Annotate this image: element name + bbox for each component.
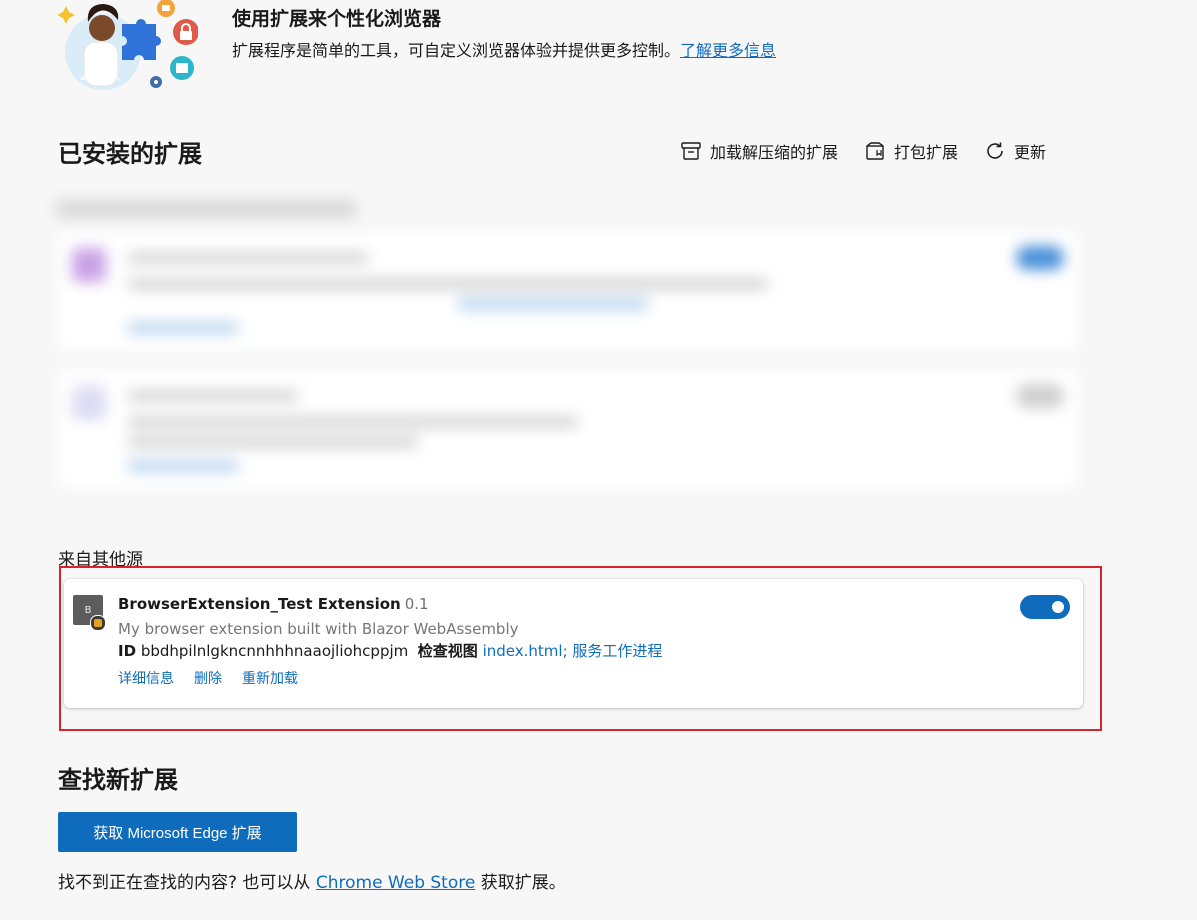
hero-illustration [57, 0, 199, 92]
extension-actions: 详细信息 删除 重新加载 [118, 668, 298, 688]
banner-title: 使用扩展来个性化浏览器 [232, 8, 442, 30]
banner-description-text: 扩展程序是简单的工具，可自定义浏览器体验并提供更多控制。 [232, 41, 681, 60]
find-new-extensions-title: 查找新扩展 [58, 766, 178, 794]
redacted-line [128, 416, 578, 428]
update-button[interactable]: 更新 [984, 139, 1046, 163]
redacted-extension-icon [72, 386, 106, 420]
learn-more-link[interactable]: 了解更多信息 [680, 41, 776, 60]
redacted-toggle [1016, 246, 1064, 270]
redacted-line [128, 390, 298, 402]
developer-mode-badge-icon [90, 615, 106, 631]
redacted-section-label [56, 200, 356, 218]
refresh-icon [987, 142, 1003, 159]
footer-prefix: 找不到正在查找的内容? 也可以从 [58, 873, 311, 893]
package-icon [866, 142, 884, 160]
redacted-extension-icon [72, 248, 106, 282]
toggle-knob [1052, 601, 1064, 613]
extension-version: 0.1 [404, 595, 429, 613]
banner-description: 扩展程序是简单的工具，可自定义浏览器体验并提供更多控制。了解更多信息 [232, 37, 776, 61]
redacted-line [128, 278, 768, 290]
extension-description: My browser extension built with Blazor W… [118, 620, 519, 638]
pack-extension-label: 打包扩展 [894, 143, 959, 162]
redacted-line [458, 298, 648, 310]
extension-icon-letter: B [84, 604, 92, 616]
redacted-line [128, 436, 418, 448]
extension-enable-toggle[interactable] [1020, 595, 1070, 619]
extensions-toolbar: 加载解压缩的扩展 打包扩展 更新 [680, 136, 1046, 166]
installed-extensions-title: 已安装的扩展 [58, 140, 202, 168]
extension-name: BrowserExtension_Test Extension 0.1 [118, 595, 429, 613]
redacted-line [128, 322, 238, 334]
get-edge-extensions-button[interactable]: 获取 Microsoft Edge 扩展 [58, 812, 297, 852]
inspect-views-links[interactable]: index.html; 服务工作进程 [483, 642, 663, 660]
redacted-line [128, 460, 238, 472]
redacted-line [128, 252, 368, 264]
reload-link[interactable]: 重新加载 [242, 668, 298, 688]
extension-id-line: ID bbdhpilnlgkncnnhhhnaaojliohcppjm 检查视图… [118, 640, 662, 661]
inspect-views-label: 检查视图 [417, 642, 478, 660]
redacted-installed-extensions [50, 192, 1100, 527]
extension-name-text: BrowserExtension_Test Extension [118, 595, 401, 613]
redacted-extension-card [58, 232, 1078, 350]
load-unpacked-button[interactable]: 加载解压缩的扩展 [680, 139, 838, 163]
redacted-toggle [1016, 384, 1064, 408]
chrome-web-store-link[interactable]: Chrome Web Store [316, 873, 475, 893]
extension-id-label: ID [118, 642, 137, 660]
footer-suffix: 获取扩展。 [480, 873, 566, 893]
update-label: 更新 [1014, 143, 1047, 162]
details-link[interactable]: 详细信息 [118, 668, 174, 688]
chrome-store-footer: 找不到正在查找的内容? 也可以从 Chrome Web Store 获取扩展。 [58, 868, 566, 893]
pack-extension-button[interactable]: 打包扩展 [864, 139, 958, 163]
extension-card: B BrowserExtension_Test Extension 0.1 My … [64, 579, 1083, 708]
remove-link[interactable]: 删除 [194, 668, 222, 688]
load-unpacked-label: 加载解压缩的扩展 [710, 143, 839, 162]
redacted-extension-card [58, 370, 1078, 488]
extension-id-value: bbdhpilnlgkncnnhhhnaaojliohcppjm [140, 642, 409, 660]
archive-box-icon [681, 142, 701, 160]
